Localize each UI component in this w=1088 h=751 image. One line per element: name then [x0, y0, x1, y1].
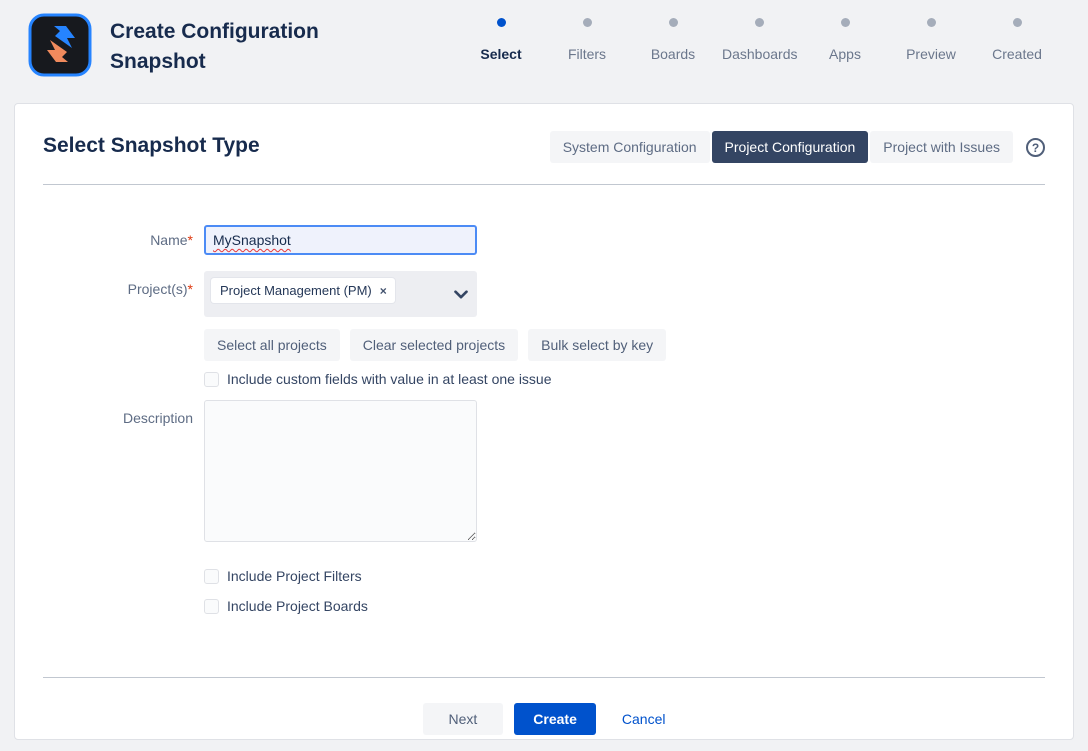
header-divider [43, 184, 1045, 185]
include-project-filters-label: Include Project Filters [227, 568, 362, 584]
name-input[interactable]: MySnapshot [204, 225, 477, 255]
step-preview[interactable]: Preview [888, 14, 974, 66]
app-header: Create Configuration Snapshot Select Fil… [0, 0, 1088, 103]
include-project-filters-checkbox[interactable] [204, 569, 219, 584]
include-project-boards-checkbox[interactable] [204, 599, 219, 614]
select-all-projects-button[interactable]: Select all projects [204, 329, 340, 361]
create-button[interactable]: Create [514, 703, 596, 735]
step-dot [1013, 18, 1022, 27]
snapshot-form: Name* MySnapshot Project(s)* Project Man… [43, 225, 1045, 614]
projects-label: Project(s)* [43, 271, 193, 297]
step-dot [669, 18, 678, 27]
step-dot [497, 18, 506, 27]
app-logo [28, 13, 92, 77]
section-heading: Select Snapshot Type [43, 131, 260, 158]
page-title: Create Configuration Snapshot [110, 13, 378, 77]
step-apps[interactable]: Apps [802, 14, 888, 66]
name-input-value: MySnapshot [213, 232, 291, 248]
required-asterisk: * [188, 232, 193, 248]
step-dot [927, 18, 936, 27]
step-created[interactable]: Created [974, 14, 1060, 66]
help-icon[interactable]: ? [1026, 138, 1045, 157]
wizard-stepper: Select Filters Boards Dashboards Apps Pr… [458, 13, 1060, 66]
chevron-down-icon[interactable] [454, 290, 468, 299]
step-select[interactable]: Select [458, 14, 544, 66]
description-textarea[interactable] [204, 400, 477, 542]
step-dot [583, 18, 592, 27]
project-chip: Project Management (PM) × [211, 278, 395, 303]
tab-project-configuration[interactable]: Project Configuration [712, 131, 869, 163]
include-custom-fields-checkbox[interactable] [204, 372, 219, 387]
project-chip-label: Project Management (PM) [220, 283, 372, 298]
cancel-link[interactable]: Cancel [622, 711, 666, 727]
tab-project-with-issues[interactable]: Project with Issues [870, 131, 1013, 163]
include-custom-fields-label: Include custom fields with value in at l… [227, 371, 552, 387]
step-filters[interactable]: Filters [544, 14, 630, 66]
next-button[interactable]: Next [423, 703, 504, 735]
name-label: Name* [43, 225, 193, 248]
configuration-manager-logo-icon [28, 13, 92, 77]
step-dashboards[interactable]: Dashboards [716, 14, 802, 66]
tab-system-configuration[interactable]: System Configuration [550, 131, 710, 163]
clear-selected-projects-button[interactable]: Clear selected projects [350, 329, 518, 361]
step-boards[interactable]: Boards [630, 14, 716, 66]
snapshot-card: Select Snapshot Type System Configuratio… [14, 103, 1074, 740]
projects-multiselect[interactable]: Project Management (PM) × [204, 271, 477, 317]
chip-remove-icon[interactable]: × [380, 285, 387, 297]
description-label: Description [43, 400, 193, 426]
footer-actions: Next Create Cancel [43, 678, 1045, 735]
required-asterisk: * [188, 281, 193, 297]
snapshot-type-tabs: System Configuration Project Configurati… [550, 131, 1013, 163]
step-dot [755, 18, 764, 27]
step-dot [841, 18, 850, 27]
bulk-select-by-key-button[interactable]: Bulk select by key [528, 329, 666, 361]
include-project-boards-label: Include Project Boards [227, 598, 368, 614]
